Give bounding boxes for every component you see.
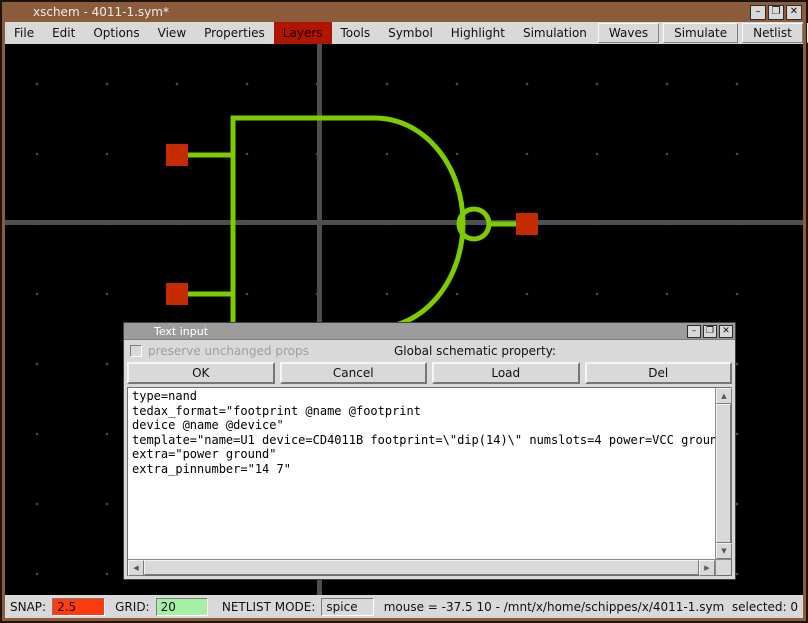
input-b-pin[interactable] — [166, 283, 188, 305]
menu-highlight[interactable]: Highlight — [442, 22, 514, 44]
scroll-right-icon[interactable]: ▶ — [699, 560, 715, 576]
dialog-load-button[interactable]: Load — [432, 362, 580, 384]
scroll-down-icon[interactable]: ▼ — [716, 543, 732, 559]
dialog-ok-button[interactable]: OK — [127, 362, 275, 384]
xschem-window: xschem - 4011-1.sym* – ❐ ✕ FileEditOptio… — [0, 0, 808, 623]
property-text-line: template="name=U1 device=CD4011B footpri… — [132, 433, 715, 448]
dialog-title: Text input — [154, 325, 208, 338]
dialog-minimize-icon[interactable]: – — [687, 325, 701, 338]
grid-label: GRID: — [115, 600, 149, 614]
toolbar-waves-button[interactable]: Waves — [598, 23, 659, 43]
dialog-titlebar: Text input – ❐ ✕ — [124, 323, 735, 340]
dialog-cancel-button[interactable]: Cancel — [280, 362, 428, 384]
menu-properties[interactable]: Properties — [195, 22, 274, 44]
vertical-scrollbar[interactable]: ▲ ▼ — [715, 388, 731, 559]
dialog-maximize-icon[interactable]: ❐ — [703, 325, 717, 338]
dialog-del-button[interactable]: Del — [585, 362, 733, 384]
property-text-line: extra="power ground" — [132, 447, 715, 462]
horizontal-scrollbar[interactable]: ◀ ▶ — [128, 559, 715, 575]
dialog-options-row: preserve unchanged props Global schemati… — [124, 340, 735, 361]
menubar: FileEditOptionsViewPropertiesLayersTools… — [5, 22, 803, 44]
snap-input[interactable]: 2.5 — [52, 598, 105, 616]
preserve-props-checkbox[interactable] — [130, 345, 142, 357]
property-editor: type=nandtedax_format="footprint @name @… — [127, 387, 732, 576]
menu-simulation[interactable]: Simulation — [514, 22, 596, 44]
input-a-pin[interactable] — [166, 144, 188, 166]
menu-options[interactable]: Options — [84, 22, 148, 44]
menu-view[interactable]: View — [149, 22, 195, 44]
menu-tools[interactable]: Tools — [332, 22, 380, 44]
text-input-dialog: Text input – ❐ ✕ preserve unchanged prop… — [123, 322, 736, 580]
scrollbar-corner — [715, 559, 731, 575]
snap-label: SNAP: — [10, 600, 46, 614]
menu-symbol[interactable]: Symbol — [379, 22, 442, 44]
horizontal-scroll-thumb[interactable] — [144, 560, 699, 575]
toolbar-simulate-button[interactable]: Simulate — [663, 23, 738, 43]
statusbar: SNAP: 2.5 GRID: 20 NETLIST MODE: spice m… — [5, 595, 803, 618]
vertical-scroll-thumb[interactable] — [716, 404, 731, 543]
netlist-mode-label: NETLIST MODE: — [222, 600, 316, 614]
scroll-left-icon[interactable]: ◀ — [128, 560, 144, 576]
close-icon[interactable]: ✕ — [786, 5, 802, 20]
menu-layers[interactable]: Layers — [274, 22, 332, 44]
nand-gate-body[interactable] — [233, 118, 375, 328]
dialog-close-icon[interactable]: ✕ — [719, 325, 733, 338]
menu-file[interactable]: File — [5, 22, 43, 44]
scroll-up-icon[interactable]: ▲ — [716, 388, 732, 404]
dialog-controls: – ❐ ✕ — [687, 325, 735, 338]
window-controls: – ❐ ✕ — [750, 5, 803, 20]
netlist-mode-input[interactable]: spice — [321, 598, 373, 616]
preserve-props-label: preserve unchanged props — [148, 344, 309, 358]
output-pin[interactable] — [516, 213, 538, 235]
property-text-line: extra_pinnumber="14 7" — [132, 462, 715, 477]
window-titlebar: xschem - 4011-1.sym* – ❐ ✕ — [5, 2, 803, 22]
property-text-line: device @name @device" — [132, 418, 715, 433]
nand-gate-arc[interactable] — [375, 118, 463, 328]
grid-input[interactable]: 20 — [156, 598, 208, 616]
toolbar-netlist-button[interactable]: Netlist — [742, 23, 803, 43]
maximize-icon[interactable]: ❐ — [768, 5, 784, 20]
global-property-label: Global schematic property: — [394, 344, 556, 358]
property-text-line: tedax_format="footprint @name @footprint — [132, 404, 715, 419]
property-text-line: type=nand — [132, 389, 715, 404]
mouse-status-text: mouse = -37.5 10 - /mnt/x/home/schippes/… — [384, 600, 798, 614]
property-text-area[interactable]: type=nandtedax_format="footprint @name @… — [128, 388, 715, 559]
menu-edit[interactable]: Edit — [43, 22, 84, 44]
window-title: xschem - 4011-1.sym* — [33, 5, 169, 19]
minimize-icon[interactable]: – — [750, 5, 766, 20]
